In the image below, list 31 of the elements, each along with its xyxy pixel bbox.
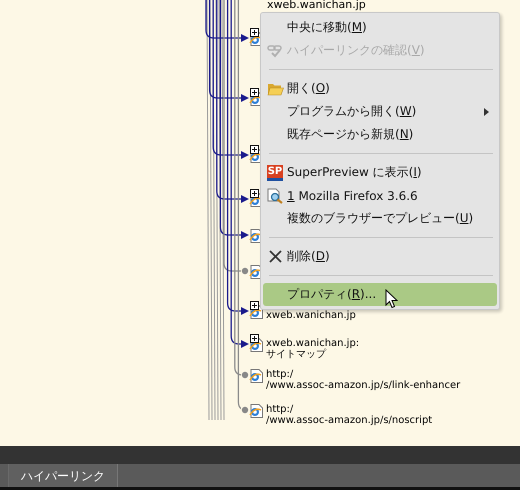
menu-item[interactable]: 1 Mozilla Firefox 3.6.6 — [263, 184, 497, 207]
menu-item[interactable]: 既存ページから新規(N) — [263, 123, 497, 146]
submenu-arrow-icon — [484, 108, 489, 116]
menu-item[interactable]: 複数のブラウザーでプレビュー(U) — [263, 207, 497, 230]
node-label: http:/ — [266, 369, 294, 380]
expand-icon[interactable] — [250, 189, 259, 198]
node-label: /www.assoc-amazon.jp/s/link-enhancer — [266, 380, 460, 391]
expand-icon[interactable] — [250, 145, 259, 154]
link-check-icon — [267, 44, 283, 58]
superpreview-logo: SP — [266, 164, 284, 180]
menu-item[interactable]: 開く(O) — [263, 77, 497, 100]
expand-icon[interactable] — [250, 28, 259, 37]
node-label: /www.assoc-amazon.jp/s/noscript — [266, 415, 432, 426]
menu-item[interactable]: 中央に移動(M) — [263, 16, 497, 39]
page-magnifier-icon — [266, 188, 284, 204]
expand-icon[interactable] — [250, 88, 259, 97]
mouse-cursor-icon — [385, 289, 398, 309]
delete-icon — [268, 250, 282, 263]
node-label: xweb.wanichan.jp: — [266, 338, 360, 349]
node-label: xweb.wanichan.jp — [267, 0, 366, 11]
panel-tab[interactable]: ハイパーリンク — [8, 464, 118, 487]
folder-icon — [266, 82, 284, 96]
menu-item[interactable]: SP SuperPreview に表示(I) — [263, 161, 497, 184]
menu-item[interactable]: プログラムから開く(W) — [263, 100, 497, 123]
node-label: サイトマップ — [266, 349, 328, 360]
node-label: http:/ — [266, 404, 294, 415]
menu-item[interactable]: 削除(D) — [263, 245, 497, 268]
node-label: xweb.wanichan.jp — [266, 310, 356, 321]
expand-icon[interactable] — [250, 301, 259, 310]
expand-icon[interactable] — [250, 334, 259, 343]
menu-item[interactable]: プロパティ(R)... — [263, 283, 497, 306]
